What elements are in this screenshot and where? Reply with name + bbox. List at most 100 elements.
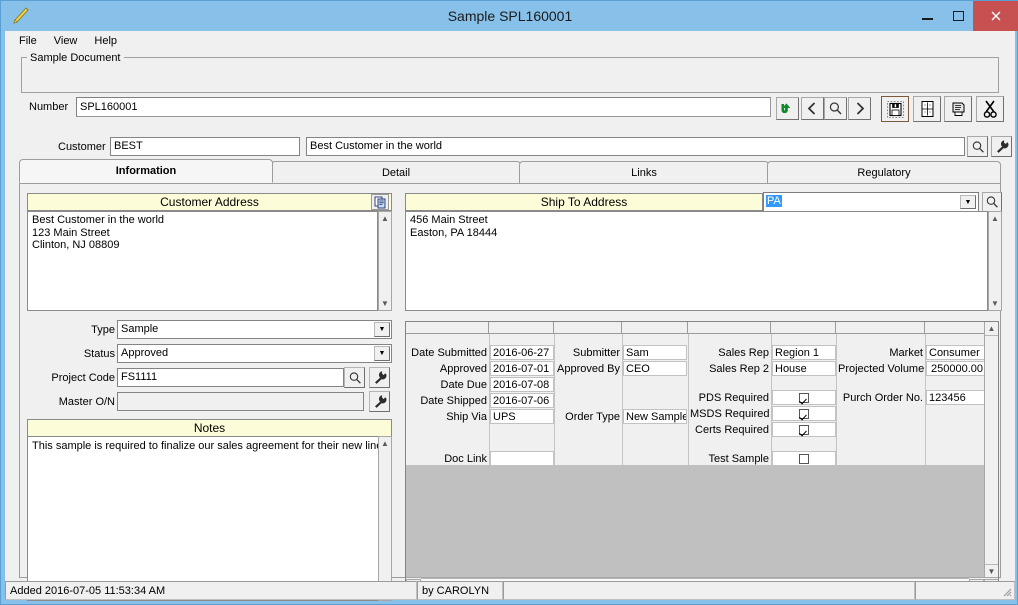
close-button[interactable]	[973, 1, 1018, 31]
doc-link-label: Doc Link	[444, 453, 487, 465]
scroll-up-icon[interactable]: ▲	[985, 322, 998, 336]
detail-grid[interactable]: Date Submitted 2016-06-27 Approved 2016-…	[405, 321, 999, 593]
ship-to-address-scrollbar[interactable]: ▲ ▼	[988, 211, 1002, 311]
tab-strip: Information Detail Links Regulatory	[19, 159, 1001, 183]
save-button[interactable]	[881, 96, 909, 122]
grid-header-cell[interactable]	[925, 322, 986, 334]
test-sample-checkbox[interactable]	[772, 451, 836, 466]
grid-column-divider	[836, 334, 837, 465]
grid-header-cell[interactable]	[554, 322, 622, 334]
tab-regulatory[interactable]: Regulatory	[767, 161, 1001, 183]
minimize-button[interactable]	[911, 1, 943, 31]
sales-rep-value[interactable]: Region 1	[772, 345, 836, 360]
grid-header-row	[406, 322, 986, 334]
next-record-button[interactable]	[848, 97, 871, 120]
chevron-down-icon[interactable]: ▼	[960, 195, 976, 209]
msds-required-checkbox[interactable]	[772, 406, 836, 421]
copy-address-button[interactable]	[371, 194, 389, 210]
date-shipped-value[interactable]: 2016-07-06	[490, 393, 554, 408]
wrench-icon	[375, 395, 387, 408]
customer-address-scrollbar[interactable]: ▲ ▼	[378, 211, 392, 311]
type-combo[interactable]: Sample ▼	[117, 320, 392, 339]
notes-scrollbar[interactable]: ▲ ▼	[378, 436, 392, 601]
customer-code-input[interactable]: BEST	[110, 137, 300, 156]
grid-header-cell[interactable]	[622, 322, 688, 334]
maximize-button[interactable]	[943, 1, 973, 31]
number-input[interactable]: SPL160001	[76, 97, 771, 117]
scroll-up-icon[interactable]: ▲	[989, 212, 1001, 225]
previous-record-icon	[807, 102, 816, 115]
notes-text[interactable]: This sample is required to finalize our …	[27, 436, 392, 601]
date-submitted-label: Date Submitted	[411, 347, 487, 359]
grid-header-cell[interactable]	[489, 322, 554, 334]
chevron-down-icon[interactable]: ▼	[374, 322, 390, 337]
record-toolbar	[776, 96, 1004, 122]
resize-grip-icon[interactable]	[1000, 585, 1012, 597]
find-button[interactable]	[824, 97, 847, 120]
customer-tools-button[interactable]	[991, 136, 1012, 157]
tab-detail[interactable]: Detail	[271, 161, 521, 183]
grid-header-cell[interactable]	[836, 322, 925, 334]
grid-header-cell[interactable]	[771, 322, 836, 334]
tab-links[interactable]: Links	[519, 161, 769, 183]
ship-to-address-text[interactable]: 456 Main Street Easton, PA 18444	[405, 211, 988, 311]
project-code-input[interactable]: FS1111	[117, 368, 344, 387]
grid-body: Date Submitted 2016-06-27 Approved 2016-…	[406, 334, 986, 466]
ship-to-address-title: Ship To Address	[540, 195, 628, 209]
tab-information[interactable]: Information	[19, 159, 273, 183]
grid-button[interactable]	[913, 96, 941, 122]
customer-address-text[interactable]: Best Customer in the world 123 Main Stre…	[27, 211, 378, 311]
scroll-up-icon[interactable]: ▲	[379, 437, 391, 450]
market-value[interactable]: Consumer	[926, 345, 986, 360]
sales-rep-2-value[interactable]: House	[772, 361, 836, 376]
approved-by-value[interactable]: CEO	[623, 361, 687, 376]
scroll-down-icon[interactable]: ▼	[985, 564, 998, 578]
chevron-down-icon[interactable]: ▼	[374, 346, 390, 361]
submitter-value[interactable]: Sam	[623, 345, 687, 360]
certs-required-checkbox[interactable]	[772, 422, 836, 437]
status-value: Approved	[121, 347, 169, 359]
print-icon	[952, 102, 964, 116]
pds-required-checkbox[interactable]	[772, 390, 836, 405]
sample-document-group	[21, 57, 999, 93]
scroll-up-icon[interactable]: ▲	[379, 212, 391, 225]
order-type-value[interactable]: New Sample	[623, 409, 687, 424]
menu-file[interactable]: File	[14, 33, 45, 49]
master-on-tools-button[interactable]	[369, 391, 390, 412]
approved-value[interactable]: 2016-07-01	[490, 361, 554, 376]
window-controls	[911, 1, 1018, 31]
status-combo[interactable]: Approved ▼	[117, 344, 392, 363]
grid-header-cell[interactable]	[688, 322, 771, 334]
sample-document-legend: Sample Document	[27, 52, 124, 64]
master-on-input[interactable]	[117, 392, 364, 411]
projected-volume-value[interactable]: 250000.00	[926, 361, 986, 376]
grid-header-cell[interactable]	[406, 322, 489, 334]
customer-search-button[interactable]	[967, 136, 988, 157]
project-code-tools-button[interactable]	[369, 367, 390, 388]
ship-to-search-button[interactable]	[982, 192, 1002, 212]
title-bar: Sample SPL160001	[1, 1, 1018, 31]
date-due-value[interactable]: 2016-07-08	[490, 377, 554, 392]
undo-button[interactable]	[776, 97, 799, 120]
menu-help[interactable]: Help	[89, 33, 125, 49]
print-button[interactable]	[944, 96, 972, 122]
ship-via-value[interactable]: UPS	[490, 409, 554, 424]
customer-name-input[interactable]: Best Customer in the world	[306, 137, 965, 156]
scroll-down-icon[interactable]: ▼	[379, 297, 391, 310]
notes-header: Notes	[27, 419, 392, 437]
undo-icon	[781, 103, 791, 114]
doc-link-value[interactable]	[490, 451, 554, 466]
scroll-down-icon[interactable]: ▼	[989, 297, 1001, 310]
cut-icon	[983, 100, 997, 118]
date-submitted-value[interactable]: 2016-06-27	[490, 345, 554, 360]
search-icon	[349, 371, 361, 384]
previous-record-button[interactable]	[801, 97, 824, 120]
market-label: Market	[889, 347, 923, 359]
menu-view[interactable]: View	[49, 33, 86, 49]
ship-to-selector[interactable]: PA ▼	[763, 192, 979, 212]
grid-vertical-scrollbar[interactable]: ▲ ▼	[984, 322, 998, 578]
search-icon	[972, 140, 984, 153]
project-code-search-button[interactable]	[344, 367, 365, 388]
cut-button[interactable]	[976, 96, 1004, 122]
purch-order-no-value[interactable]: 123456	[926, 390, 986, 405]
